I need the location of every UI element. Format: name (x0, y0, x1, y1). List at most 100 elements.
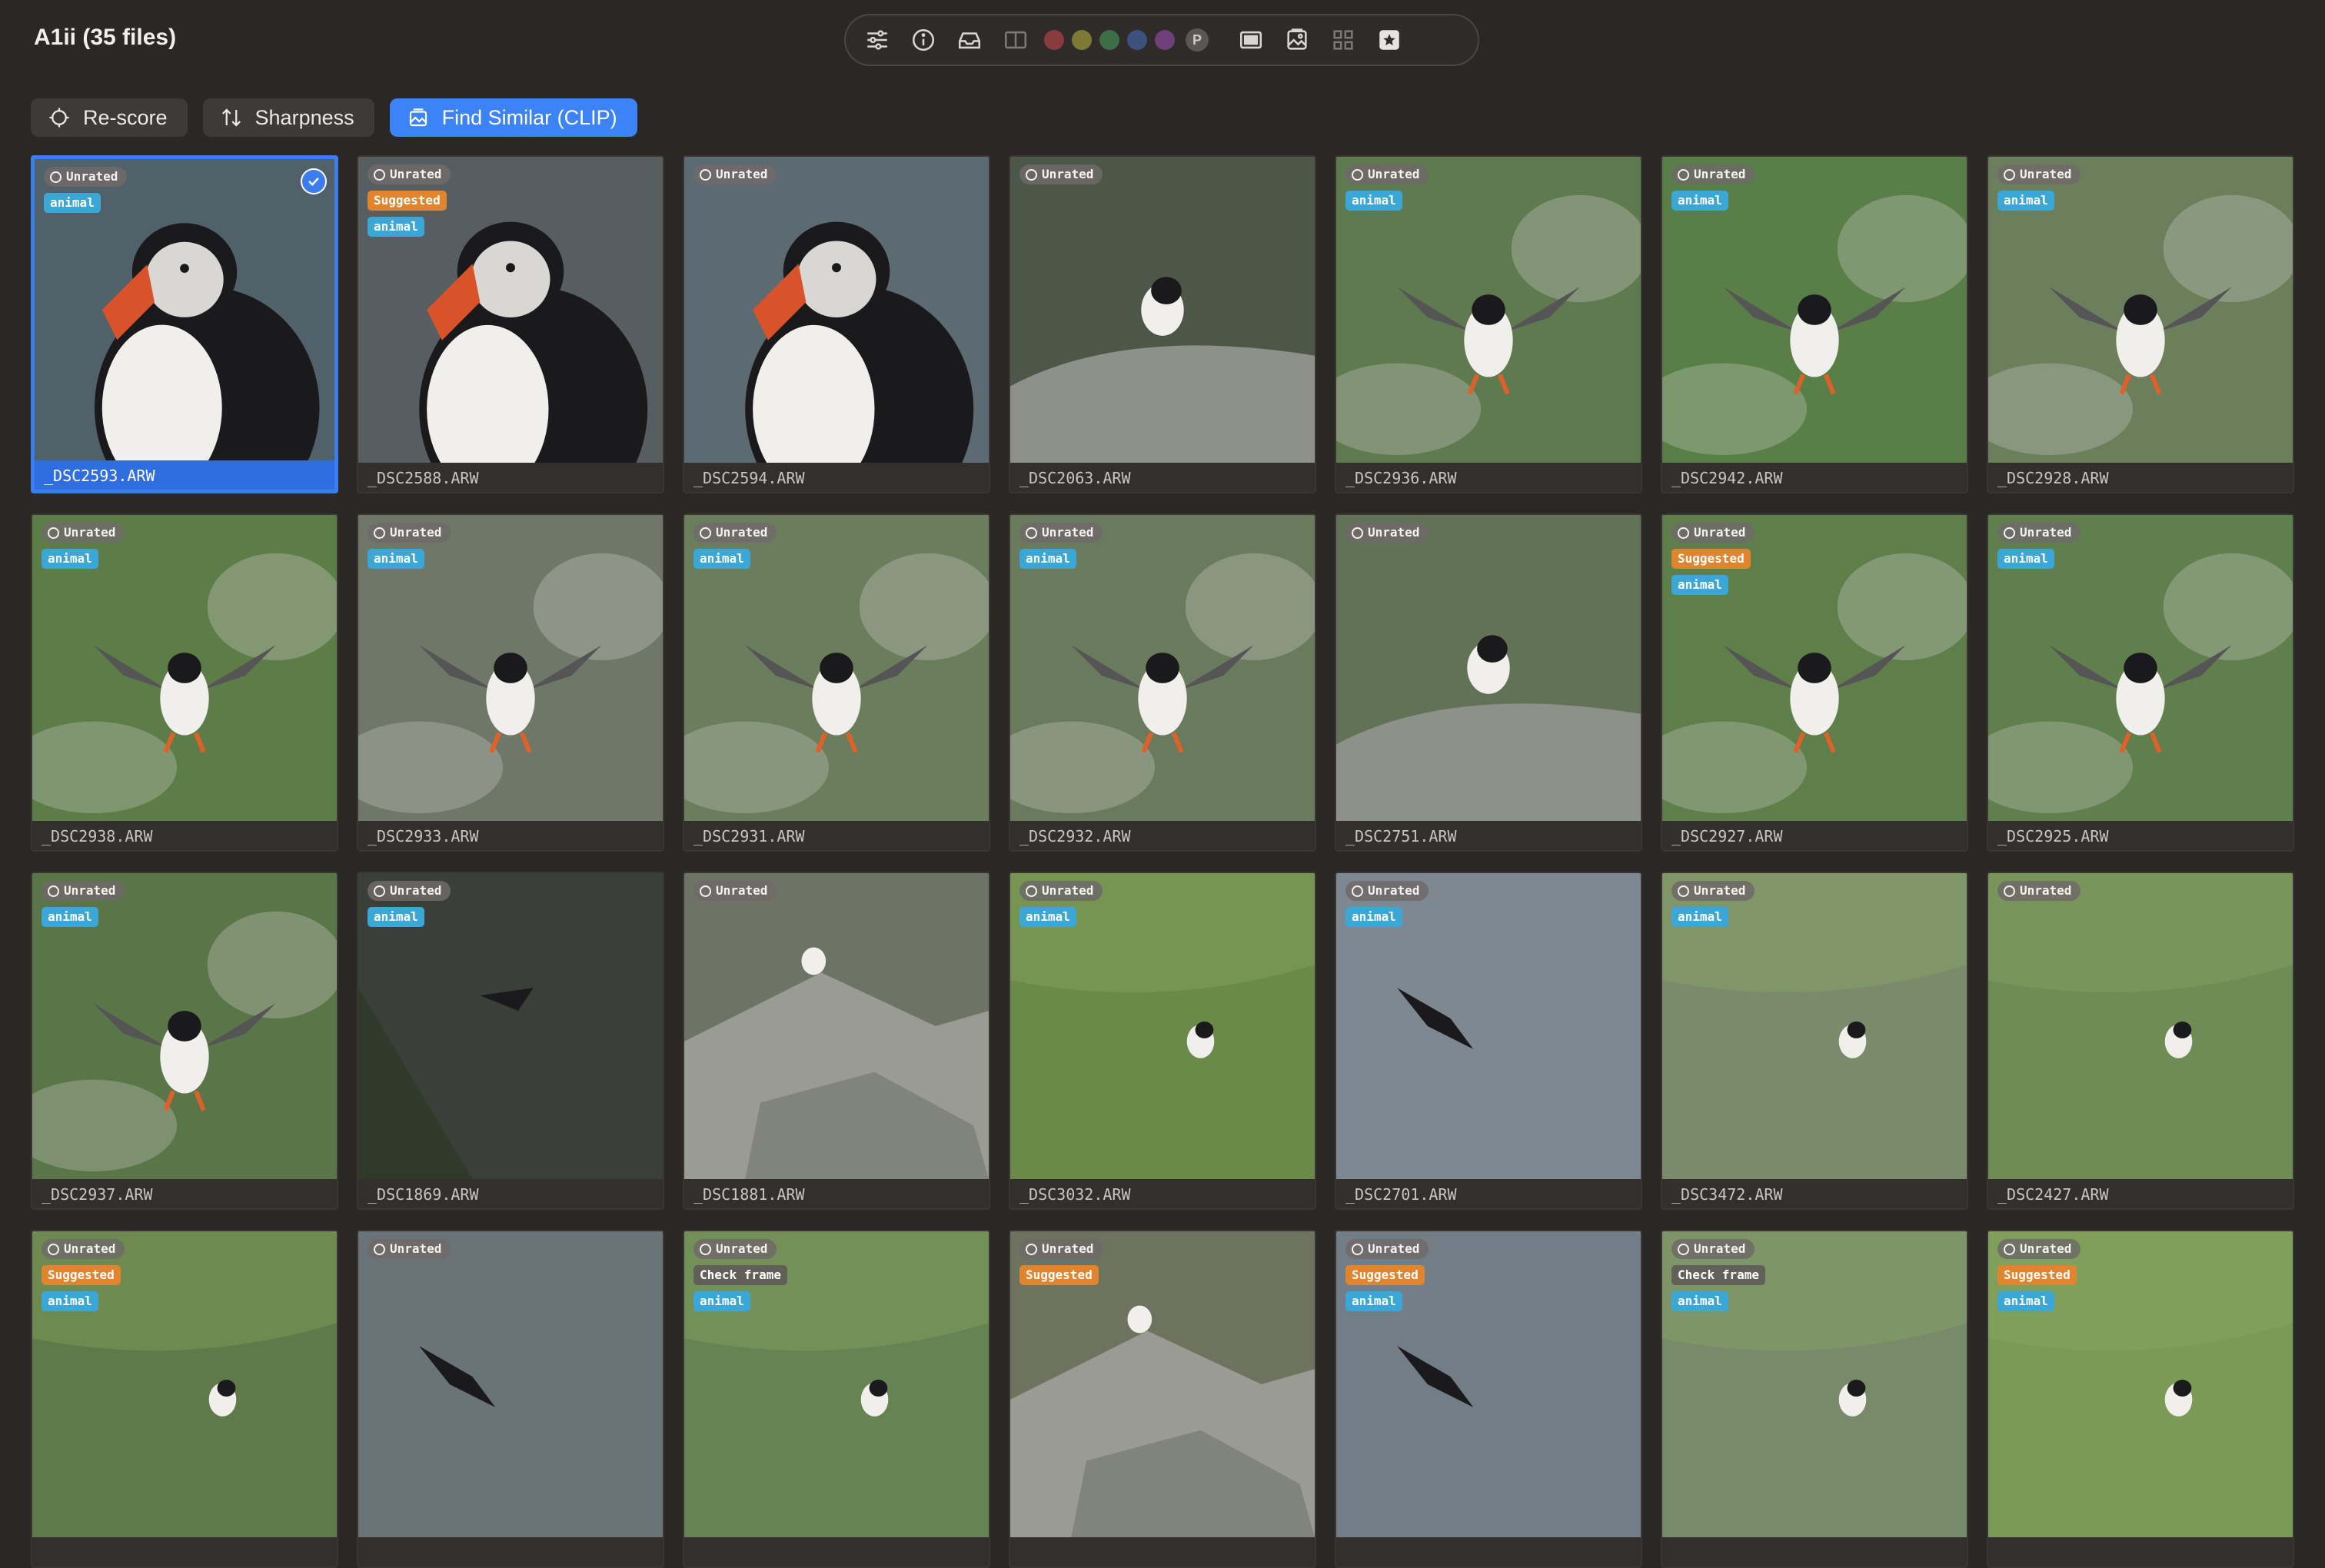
file-name: _DSC2594.ARW (694, 469, 805, 487)
photo-tile[interactable]: Unrated animal _DSC2593.ARW (31, 155, 338, 493)
file-name: _DSC2938.ARW (42, 827, 153, 845)
photo-tile[interactable]: Unrated Suggested (1009, 1230, 1316, 1568)
tile-badges: Unrated (368, 1239, 451, 1259)
photo-tile[interactable]: Unrated animal _DSC2701.ARW (1335, 872, 1642, 1210)
rescore-button[interactable]: Re-score (31, 98, 188, 137)
suggested-badge: Suggested (1019, 1265, 1099, 1285)
photo-thumbnail[interactable] (358, 1231, 663, 1537)
suggested-badge: Suggested (42, 1265, 121, 1285)
photo-thumbnail[interactable] (1010, 157, 1315, 463)
photo-tile[interactable]: Unrated animal _DSC2928.ARW (1987, 155, 2294, 493)
photo-tile[interactable]: Unrated _DSC2751.ARW (1335, 513, 1642, 852)
photo-tile[interactable]: Unrated animal _DSC2937.ARW (31, 872, 338, 1210)
file-name: _DSC3032.ARW (1019, 1185, 1131, 1204)
rating-badge: Unrated (42, 523, 125, 543)
photo-tile[interactable]: Unrated Suggested animal _DSC2927.ARW (1661, 513, 1968, 852)
unrated-circle-icon (1678, 527, 1689, 539)
animal-tag-badge: animal (1345, 191, 1402, 211)
tile-badges: Unrated (1019, 164, 1103, 184)
file-name: _DSC2931.ARW (694, 827, 805, 845)
info-icon[interactable] (906, 22, 941, 58)
unrated-circle-icon (1352, 885, 1363, 897)
file-name: _DSC3472.ARW (1671, 1185, 1783, 1204)
animal-tag-badge: animal (368, 549, 424, 569)
photo-tile[interactable]: Unrated Suggested animal (1987, 1230, 2294, 1568)
single-view-icon[interactable] (1233, 22, 1269, 58)
unrated-circle-icon (1678, 1243, 1689, 1255)
color-label-olive[interactable] (1072, 30, 1092, 50)
file-name: _DSC2427.ARW (1997, 1185, 2109, 1204)
badge-label: animal (2004, 193, 2048, 208)
badge-label: Unrated (1694, 1241, 1746, 1256)
animal-tag-badge: animal (1671, 575, 1728, 595)
photo-thumbnail[interactable] (1336, 515, 1641, 821)
pick-flag-button[interactable]: P (1186, 28, 1209, 51)
animal-tag-badge: animal (1345, 907, 1402, 927)
badge-label: Unrated (2020, 525, 2072, 540)
badge-label: Unrated (1042, 1241, 1094, 1256)
tile-badges: Unrated animal (44, 167, 128, 213)
photo-tile[interactable]: Unrated animal _DSC1869.ARW (357, 872, 664, 1210)
photo-tile[interactable]: Unrated animal _DSC2931.ARW (683, 513, 990, 852)
unrated-circle-icon (374, 1243, 385, 1255)
tile-badges: Unrated Suggested (1019, 1239, 1103, 1285)
badge-label: Unrated (716, 1241, 768, 1256)
photo-tile[interactable]: Unrated Check frame animal (1661, 1230, 1968, 1568)
sharpness-button[interactable]: Sharpness (202, 98, 374, 137)
color-label-purple[interactable] (1155, 30, 1175, 50)
badge-label: animal (50, 195, 95, 210)
photo-thumbnail[interactable] (684, 157, 989, 463)
gallery-icon[interactable] (1279, 22, 1315, 58)
badge-label: animal (2004, 551, 2048, 566)
grid-icon[interactable] (1325, 22, 1361, 58)
rating-badge: Unrated (1345, 881, 1429, 901)
photo-tile[interactable]: Unrated _DSC2427.ARW (1987, 872, 2294, 1210)
find-similar-button[interactable]: Find Similar (CLIP) (389, 98, 637, 137)
unrated-circle-icon (2004, 885, 2015, 897)
file-name: _DSC2936.ARW (1345, 469, 1457, 487)
photo-tile[interactable]: Unrated _DSC2594.ARW (683, 155, 990, 493)
badge-label: Unrated (390, 1241, 442, 1256)
photo-tile[interactable]: Unrated animal _DSC2925.ARW (1987, 513, 2294, 852)
photo-tile[interactable]: Unrated Suggested animal _DSC2588.ARW (357, 155, 664, 493)
animal-tag-badge: animal (1997, 191, 2054, 211)
rating-badge: Unrated (694, 523, 777, 543)
file-name: _DSC1881.ARW (694, 1185, 805, 1204)
photo-thumbnail[interactable] (1988, 873, 2293, 1179)
selected-check-icon[interactable] (301, 168, 327, 194)
color-label-green[interactable] (1099, 30, 1119, 50)
split-view-icon[interactable] (998, 22, 1033, 58)
photo-tile[interactable]: Unrated Check frame animal (683, 1230, 990, 1568)
crosshair-icon (49, 108, 69, 128)
photo-tile[interactable]: Unrated animal _DSC2938.ARW (31, 513, 338, 852)
photo-tile[interactable]: Unrated animal _DSC2933.ARW (357, 513, 664, 852)
tile-badges: Unrated (1345, 523, 1429, 543)
photo-tile[interactable]: Unrated animal _DSC2942.ARW (1661, 155, 1968, 493)
photo-tile[interactable]: Unrated Suggested animal (31, 1230, 338, 1568)
photo-tile[interactable]: Unrated (357, 1230, 664, 1568)
photo-tile[interactable]: Unrated _DSC1881.ARW (683, 872, 990, 1210)
photo-tile[interactable]: Unrated Suggested animal (1335, 1230, 1642, 1568)
animal-tag-badge: animal (694, 1291, 750, 1311)
photo-thumbnail[interactable] (684, 873, 989, 1179)
photo-tile[interactable]: Unrated animal _DSC2932.ARW (1009, 513, 1316, 852)
photo-tile[interactable]: Unrated animal _DSC2936.ARW (1335, 155, 1642, 493)
rating-badge: Unrated (368, 881, 451, 901)
tile-badges: Unrated Suggested animal (1345, 1239, 1429, 1311)
sliders-icon[interactable] (860, 22, 895, 58)
file-name: _DSC2932.ARW (1019, 827, 1131, 845)
color-label-blue[interactable] (1127, 30, 1147, 50)
rating-badge: Unrated (44, 167, 128, 187)
photo-tile[interactable]: Unrated _DSC2063.ARW (1009, 155, 1316, 493)
badge-label: animal (48, 1294, 92, 1308)
tile-badges: Unrated Suggested animal (368, 164, 451, 237)
file-name: _DSC2751.ARW (1345, 827, 1457, 845)
color-label-red[interactable] (1044, 30, 1064, 50)
star-icon[interactable] (1372, 22, 1407, 58)
photo-tile[interactable]: Unrated animal _DSC3032.ARW (1009, 872, 1316, 1210)
photo-tile[interactable]: Unrated animal _DSC3472.ARW (1661, 872, 1968, 1210)
tile-badges: Unrated Check frame animal (694, 1239, 787, 1311)
suggested-badge: Suggested (1671, 549, 1751, 569)
badge-label: animal (700, 1294, 744, 1308)
inbox-icon[interactable] (952, 22, 987, 58)
